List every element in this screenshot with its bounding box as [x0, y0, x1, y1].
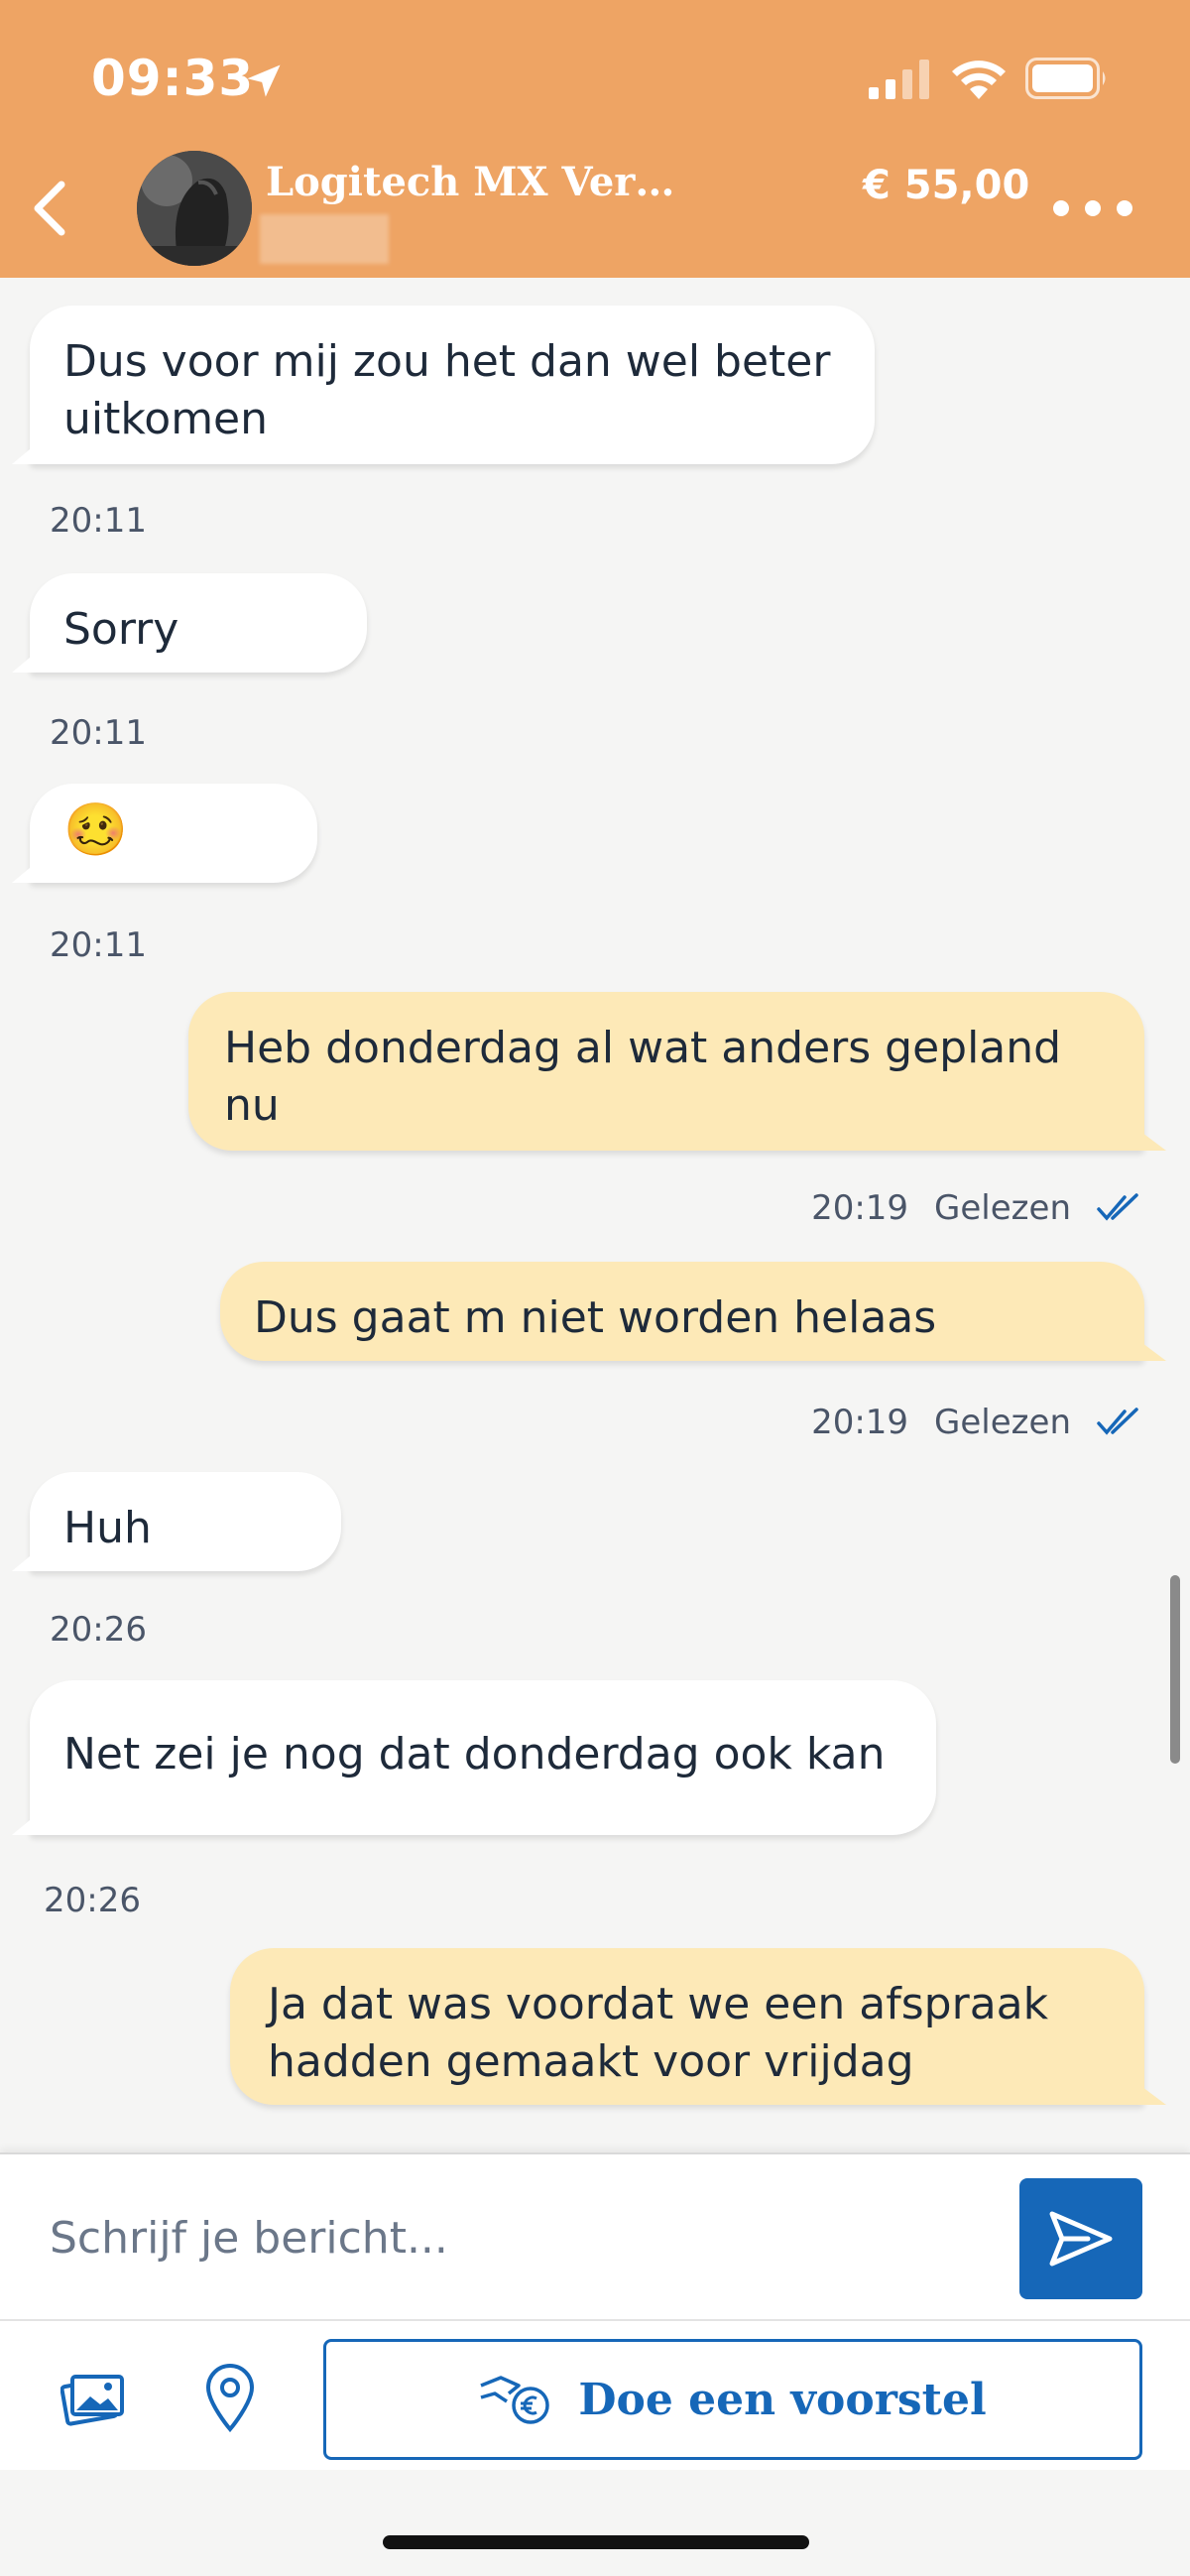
- status-time: 09:33: [91, 50, 255, 107]
- location-button[interactable]: [198, 2359, 262, 2438]
- photo-icon: [60, 2375, 124, 2426]
- message-bubble-outgoing[interactable]: Ja dat was voordat we een afspraak hadde…: [230, 1948, 1144, 2105]
- listing-price: € 55,00: [863, 163, 1030, 208]
- message-timestamp: 20:26: [44, 1881, 141, 1920]
- message-timestamp: 20:11: [50, 501, 147, 541]
- double-check-icon: [1097, 1408, 1138, 1435]
- message-timestamp: 20:11: [50, 713, 147, 753]
- message-bubble-incoming[interactable]: Huh: [30, 1472, 341, 1571]
- location-pin-icon: [205, 2364, 255, 2433]
- blurred-username: [260, 214, 389, 264]
- message-meta: 20:19 Gelezen: [811, 1403, 1140, 1442]
- location-arrow-icon: [247, 64, 281, 97]
- chevron-left-icon: [34, 181, 65, 236]
- make-offer-button[interactable]: Doe een voorstel: [323, 2339, 1142, 2460]
- hand-euro-icon: [480, 2376, 550, 2424]
- listing-avatar[interactable]: [137, 151, 252, 266]
- message-timestamp: 20:11: [50, 925, 147, 965]
- more-icon: [1053, 200, 1069, 216]
- message-timestamp: 20:19: [811, 1188, 909, 1228]
- header-bar: 09:33 Logitech MX Vert... € 55,00: [0, 0, 1190, 278]
- double-check-icon: [1097, 1193, 1138, 1221]
- chat-toolbar: Doe een voorstel: [0, 2319, 1190, 2470]
- message-meta: 20:19 Gelezen: [811, 1188, 1140, 1228]
- make-offer-label: Doe een voorstel: [578, 2374, 987, 2425]
- message-bubble-incoming[interactable]: Net zei je nog dat donderdag ook kan: [30, 1680, 936, 1835]
- product-thumbnail: [137, 151, 252, 266]
- photo-button[interactable]: [54, 2363, 133, 2434]
- signal-icon: [869, 60, 929, 99]
- message-bubble-incoming[interactable]: Dus voor mij zou het dan wel beter uitko…: [30, 306, 875, 464]
- home-indicator[interactable]: [383, 2535, 809, 2549]
- message-composer: [0, 2152, 1190, 2319]
- send-icon: [1049, 2211, 1113, 2267]
- message-bubble-outgoing[interactable]: Heb donderdag al wat anders gepland nu: [188, 992, 1144, 1151]
- scrollbar[interactable]: [1170, 1575, 1180, 1764]
- send-button[interactable]: [1019, 2178, 1142, 2299]
- wifi-icon: [952, 61, 1006, 99]
- message-input[interactable]: [50, 2202, 982, 2273]
- message-timestamp: 20:26: [50, 1610, 147, 1650]
- message-timestamp: 20:19: [811, 1403, 909, 1442]
- read-status: Gelezen: [934, 1403, 1071, 1442]
- listing-title[interactable]: Logitech MX Vert...: [266, 159, 682, 205]
- battery-icon: [1025, 58, 1106, 99]
- back-button[interactable]: [20, 169, 79, 248]
- message-bubble-outgoing[interactable]: Dus gaat m niet worden helaas: [220, 1262, 1144, 1361]
- more-button[interactable]: [1053, 188, 1132, 228]
- read-status: Gelezen: [934, 1188, 1071, 1228]
- message-bubble-emoji[interactable]: 🥴: [30, 784, 317, 883]
- message-bubble-incoming[interactable]: Sorry: [30, 573, 367, 673]
